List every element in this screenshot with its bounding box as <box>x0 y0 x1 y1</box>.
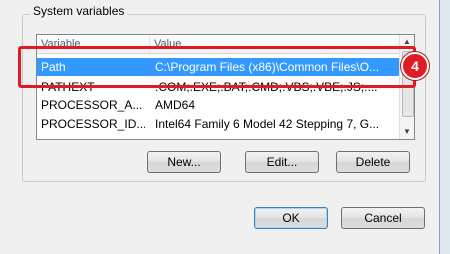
edit-button[interactable]: Edit... <box>245 151 319 173</box>
cancel-button[interactable]: Cancel <box>341 207 425 229</box>
step-number-badge: 4 <box>401 52 429 80</box>
ok-button[interactable]: OK <box>254 207 328 229</box>
scroll-down-arrow-icon[interactable]: ▼ <box>400 125 414 139</box>
system-variables-label: System variables <box>30 4 128 18</box>
variable-value-cell: AMD64 <box>155 98 196 112</box>
new-button[interactable]: New... <box>147 151 221 173</box>
table-row[interactable]: PROCESSOR_A... AMD64 <box>37 96 400 114</box>
variable-name-cell: PROCESSOR_A... <box>41 98 143 112</box>
variable-value-cell: Intel64 Family 6 Model 42 Stepping 7, G.… <box>155 117 380 131</box>
variable-name-cell: PROCESSOR_ID... <box>41 117 145 131</box>
dialog-frame-edge <box>439 0 450 254</box>
delete-button[interactable]: Delete <box>336 151 410 173</box>
annotation-highlight-box <box>18 46 416 88</box>
table-row[interactable]: PROCESSOR_ID... Intel64 Family 6 Model 4… <box>37 115 400 133</box>
